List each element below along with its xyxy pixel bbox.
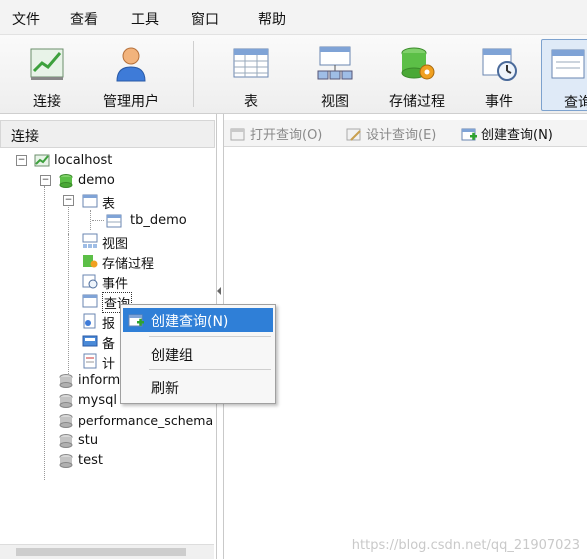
main-toolbar: 连接 管理用户 表 视图 存储过程 事件 查询 [0,35,587,114]
query-button[interactable]: 查询 [541,39,587,111]
query-icon [82,294,98,308]
context-refresh[interactable]: 刷新 [123,375,273,399]
query-icon [551,49,585,79]
event-icon [482,48,517,81]
context-separator [149,336,271,337]
report-icon [83,313,96,329]
object-panel: 打开查询(O) 设计查询(E) 创建查询(N) https://blog.csd… [223,114,587,559]
open-query-icon [230,128,245,141]
event-button[interactable]: 事件 [464,39,534,110]
connection-button[interactable]: 连接 [12,39,82,110]
schedule-icon [83,353,97,369]
database-icon [59,174,73,188]
menu-view[interactable]: 查看 [70,9,98,29]
scrollbar-thumb[interactable] [16,548,186,556]
database-icon [59,394,73,408]
view-icon [317,46,353,80]
procedure-button[interactable]: 存储过程 [382,39,452,110]
create-query-icon [461,128,477,141]
object-toolbar: 打开查询(O) 设计查询(E) 创建查询(N) [224,120,587,147]
event-icon [82,274,98,289]
view-button[interactable]: 视图 [300,39,370,110]
menu-tools[interactable]: 工具 [131,9,159,29]
view-icon [82,233,98,248]
database-icon [59,434,73,448]
toolbar-label-event: 事件 [485,94,513,110]
toolbar-label-procedure: 存储过程 [389,94,445,110]
backup-icon [82,335,98,347]
table-icon [82,194,98,208]
connection-icon [34,154,50,167]
toolbar-label-connection: 连接 [33,94,61,110]
table-icon [233,48,269,78]
create-query-button[interactable]: 创建查询(N) [461,124,553,143]
menu-help[interactable]: 帮助 [258,9,286,29]
database-icon [59,454,73,468]
toolbar-label-table: 表 [244,94,258,110]
menu-bar: 文件 查看 工具 窗口 帮助 [0,0,587,35]
manage-users-button[interactable]: 管理用户 [96,39,166,110]
toolbar-label-view: 视图 [321,94,349,110]
create-query-icon [128,314,144,327]
expander-tables[interactable]: − [63,195,74,206]
connection-panel-title: 连接 [11,129,39,145]
panel-splitter[interactable] [216,280,222,302]
toolbar-label-query: 查询 [564,95,587,111]
watermark-text: https://blog.csdn.net/qq_21907023 [351,538,580,553]
design-query-button[interactable]: 设计查询(E) [346,124,436,143]
menu-window[interactable]: 窗口 [191,9,219,29]
table-button[interactable]: 表 [216,39,286,110]
procedure-icon [83,255,98,268]
menu-file[interactable]: 文件 [12,9,40,29]
expander-demo[interactable]: − [40,175,51,186]
open-query-button[interactable]: 打开查询(O) [230,124,322,143]
context-separator [149,369,271,370]
database-icon [59,414,73,428]
toolbar-label-users: 管理用户 [103,94,159,110]
database-icon [59,374,73,388]
procedure-icon [401,47,435,80]
context-menu: 创建查询(N) 创建组 刷新 [120,304,276,404]
expander-localhost[interactable]: − [16,155,27,166]
context-create-group[interactable]: 创建组 [123,342,273,366]
context-create-query[interactable]: 创建查询(N) [123,308,273,332]
toolbar-separator [193,41,194,107]
design-query-icon [346,128,361,141]
table-icon [106,214,122,228]
connection-panel-header: 连接 [0,120,215,148]
splitter-grip-icon [217,287,221,295]
user-icon [116,47,146,82]
connection-icon [30,48,64,80]
horizontal-scrollbar[interactable] [0,544,214,559]
